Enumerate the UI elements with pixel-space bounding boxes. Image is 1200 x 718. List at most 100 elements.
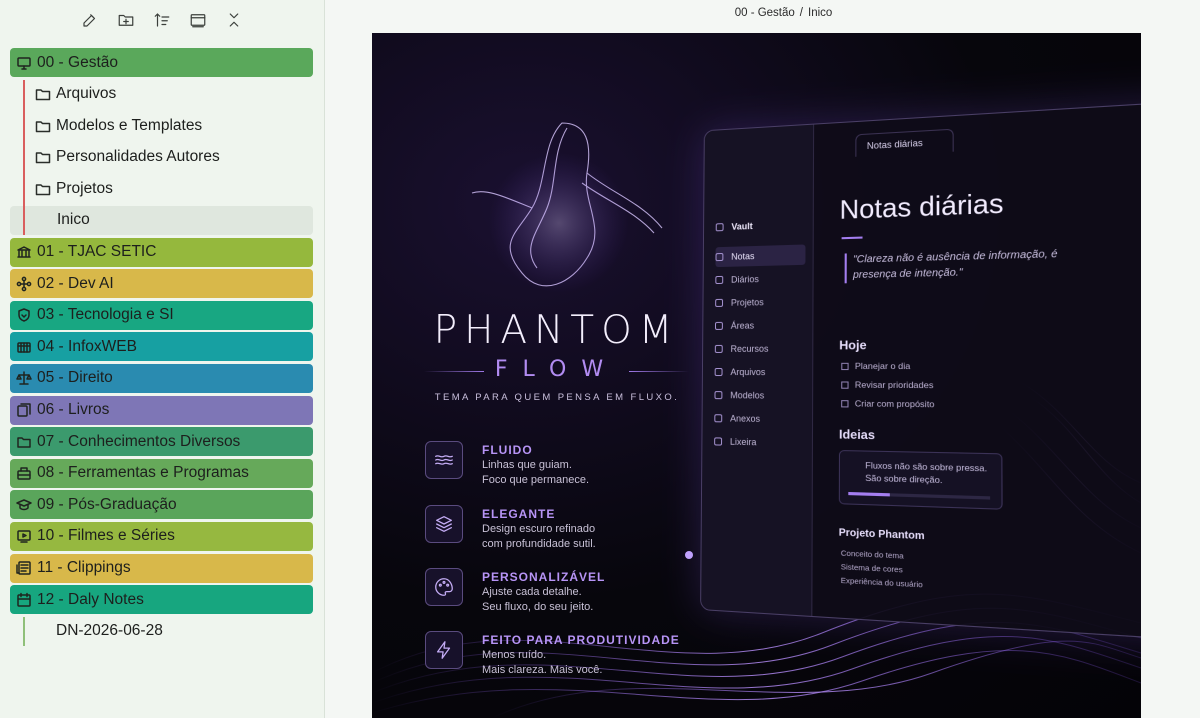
mockup-tab: Notas diárias	[855, 128, 954, 157]
folder-label: 06 - Livros	[37, 401, 110, 419]
subfolder-item[interactable]: Modelos e Templates	[30, 111, 313, 140]
breadcrumb-separator: /	[799, 7, 803, 19]
folder-label: 10 - Filmes e Séries	[37, 527, 175, 545]
feature-produtividade: FEITO PARA PRODUTIVIDADE Menos ruído. Ma…	[425, 631, 715, 683]
folder-label: 05 - Direito	[37, 369, 113, 387]
monitor-icon	[17, 56, 31, 70]
feature-line: com profundidade sutil.	[482, 538, 596, 550]
mockup-sidebar: Vault Notas Diários Projetos Áreas Recursos A…	[701, 124, 815, 616]
auto-reveal-button[interactable]	[186, 8, 210, 32]
folder-10[interactable]: 10 - Filmes e Séries	[10, 521, 313, 551]
mockup-today-item: Criar com propósito	[841, 398, 935, 409]
app-mockup: Vault Notas Diários Projetos Áreas Recursos A…	[700, 98, 1141, 643]
folder-3[interactable]: 03 - Tecnologia e SI	[10, 300, 313, 330]
folder-icon	[35, 89, 51, 101]
breadcrumb: 00 - Gestão / Inico	[326, 7, 1200, 19]
subfolder-item[interactable]: Projetos	[30, 174, 313, 203]
breadcrumb-current[interactable]: Inico	[808, 7, 832, 19]
feature-line: Menos ruído.	[482, 649, 547, 661]
folder-icon	[35, 120, 51, 132]
folder-label: 02 - Dev AI	[37, 274, 114, 292]
folder-9[interactable]: 09 - Pós-Graduação	[10, 490, 313, 520]
feature-title: FEITO PARA PRODUTIVIDADE	[482, 633, 680, 647]
note-item[interactable]: Inico	[10, 205, 313, 235]
folder-0[interactable]: 00 - Gestão	[10, 48, 313, 77]
mockup-nav-item: Arquivos	[714, 362, 805, 383]
collapse-all-button[interactable]	[222, 8, 246, 32]
mockup-today-heading: Hoje	[839, 337, 867, 353]
feature-line: Linhas que guiam.	[482, 459, 572, 471]
subfolder-item[interactable]: Arquivos	[30, 80, 313, 109]
item-label: Arquivos	[56, 85, 117, 103]
folder-label: 11 - Clippings	[37, 559, 131, 576]
scale-icon	[16, 371, 32, 386]
flow-subtitle: FLOW	[494, 357, 619, 382]
item-label: Personalidades Autores	[56, 148, 220, 166]
indent-guide	[23, 79, 25, 235]
folder-icon	[17, 436, 31, 448]
folder-5[interactable]: 05 - Direito	[10, 363, 313, 393]
folder-label: 04 - InfoxWEB	[37, 337, 137, 355]
lightning-icon	[436, 641, 451, 659]
item-label: Inico	[57, 211, 90, 229]
folder-label: 01 - TJAC SETIC	[37, 243, 157, 261]
folder-label: 00 - Gestão	[37, 53, 118, 71]
sort-button[interactable]	[150, 8, 174, 32]
folder-2[interactable]: 02 - Dev AI	[10, 269, 313, 299]
mockup-project-item: Sistema de cores	[840, 561, 903, 575]
mockup-heading: Notas diárias	[839, 187, 1004, 225]
feature-line: Ajuste cada detalhe.	[482, 586, 582, 598]
feature-personalizavel: PERSONALIZÁVEL Ajuste cada detalhe. Seu …	[425, 568, 715, 620]
folder-label: 08 - Ferramentas e Programas	[37, 464, 249, 482]
mockup-ideas-heading: Ideias	[838, 427, 875, 443]
new-folder-button[interactable]	[114, 8, 138, 32]
layers-icon	[436, 516, 452, 532]
folder-plus-icon	[118, 14, 134, 26]
file-explorer-sidebar: 00 - Gestão Arquivos Modelos e Templates Pe…	[0, 0, 325, 718]
feature-title: ELEGANTE	[482, 507, 556, 521]
phantom-title: PHANTOM	[433, 308, 680, 353]
folder-1[interactable]: 01 - TJAC SETIC	[10, 237, 313, 267]
folder-4[interactable]: 04 - InfoxWEB	[10, 332, 313, 362]
note-view: 00 - Gestão / Inico PHANTOM FLOW TEMA PA…	[326, 0, 1200, 718]
graduation-icon	[16, 499, 32, 511]
phantom-flow-banner-image: PHANTOM FLOW TEMA PARA QUEM PENSA EM FLU…	[372, 33, 1141, 718]
reveal-icon	[190, 14, 206, 28]
folder-label: 12 - Daly Notes	[37, 590, 144, 608]
mockup-nav-item: Lixeira	[714, 431, 805, 453]
folder-tree: 00 - Gestão Arquivos Modelos e Templates Pe…	[10, 48, 313, 648]
tagline: TEMA PARA QUEM PENSA EM FLUXO.	[434, 392, 680, 403]
folder-12[interactable]: 12 - Daly Notes	[10, 585, 313, 615]
new-note-button[interactable]	[78, 8, 102, 32]
mockup-today-item: Revisar prioridades	[841, 379, 933, 390]
collapse-icon	[229, 13, 239, 27]
folder-6[interactable]: 06 - Livros	[10, 395, 313, 425]
folder-7[interactable]: 07 - Conhecimentos Diversos	[10, 427, 313, 457]
explorer-toolbar	[78, 8, 246, 32]
feature-line: Foco que permanece.	[482, 474, 590, 486]
subfolder-item[interactable]: Personalidades Autores	[30, 143, 313, 172]
mockup-project-item: Experiência do usuário	[840, 575, 923, 590]
folder-children: DN-2026-06-28	[10, 616, 313, 646]
feature-elegante: ELEGANTE Design escuro refinado com prof…	[425, 505, 715, 557]
folder-8[interactable]: 08 - Ferramentas e Programas	[10, 458, 313, 488]
mockup-nav-item: Diários	[715, 268, 805, 290]
feature-line: Mais clareza. Mais você.	[482, 664, 603, 676]
edit-icon	[83, 14, 96, 27]
mockup-nav-item: Anexos	[714, 408, 805, 430]
books-icon	[17, 403, 31, 417]
mockup-nav-item: Áreas	[714, 315, 805, 336]
folder-11[interactable]: 11 - Clippings	[10, 553, 313, 583]
network-icon	[16, 276, 32, 292]
folder-children: Arquivos Modelos e Templates Personalidade…	[10, 79, 313, 235]
mockup-heading-rule	[841, 236, 863, 240]
indent-guide	[23, 616, 25, 646]
folder-icon	[35, 152, 51, 164]
mockup-project-heading: Projeto Phantom	[838, 527, 925, 543]
folder-label: 07 - Conhecimentos Diversos	[37, 432, 241, 450]
breadcrumb-parent[interactable]: 00 - Gestão	[735, 7, 795, 19]
feature-line: Design escuro refinado	[482, 523, 596, 535]
note-item[interactable]: DN-2026-06-28	[30, 617, 313, 646]
item-label: DN-2026-06-28	[56, 622, 163, 640]
mockup-nav-item: Recursos	[714, 338, 805, 359]
